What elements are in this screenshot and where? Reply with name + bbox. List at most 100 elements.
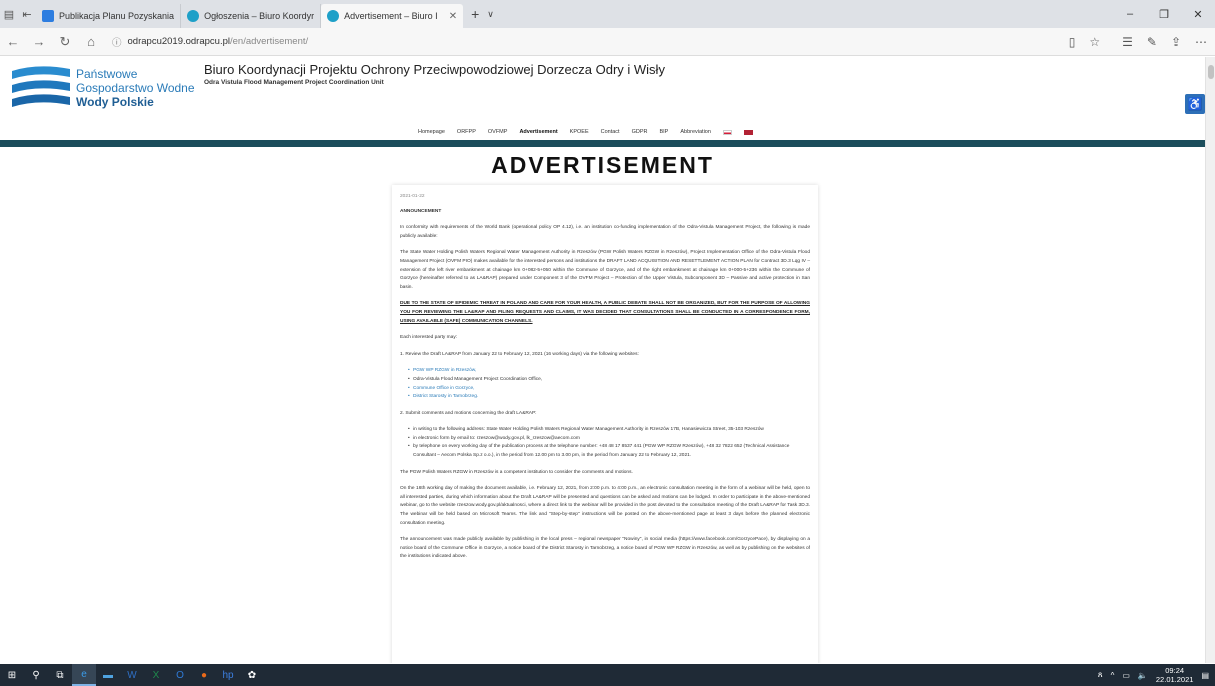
paragraph-6: 2. Submit comments and motions concernin… — [400, 410, 537, 416]
windows-start-icon[interactable]: ⊞ — [0, 664, 24, 686]
menu-item-homepage[interactable]: Homepage — [418, 129, 445, 135]
submission-list: in writing to the following address: Sta… — [408, 426, 810, 460]
menu-item-contact[interactable]: Contact — [601, 129, 620, 135]
minimize-icon[interactable]: – — [1113, 0, 1147, 28]
more-icon[interactable]: ⋯ — [1195, 35, 1207, 49]
flag-pl-icon[interactable] — [722, 129, 732, 135]
tab-manager-icon[interactable]: ▤ — [0, 5, 18, 23]
list-item: by telephone on every working day of the… — [408, 443, 810, 460]
search-icon[interactable]: ⚲ — [24, 664, 48, 686]
restore-icon[interactable]: ❐ — [1147, 0, 1181, 28]
task-view-icon[interactable]: ⧉ — [48, 664, 72, 686]
logo-line-3: Wody Polskie — [76, 95, 154, 109]
announcement-heading: ANNOUNCEMENT — [400, 208, 442, 214]
hp-icon[interactable]: hp — [216, 664, 240, 686]
menu-item-advertisement[interactable]: Advertisement — [519, 129, 557, 135]
websites-list: PGW WP RZGW in Rzeszów, Odra-Vistula Flo… — [408, 367, 810, 401]
edge-browser-icon[interactable]: e — [72, 664, 96, 686]
list-item: Odra-Vistula Flood Management Project Co… — [408, 376, 810, 385]
paragraph-8: On the 16th working day of making the do… — [400, 486, 810, 526]
main-menu: Homepage ORFPP OVFMP Advertisement KPOEE… — [418, 129, 753, 135]
pen-icon[interactable]: ✎ — [1147, 35, 1157, 49]
tab-1[interactable]: Ogłoszenia – Biuro Koordyr — [181, 4, 322, 28]
web-page: Państwowe Gospodarstwo Wodne Wody Polski… — [0, 57, 1205, 663]
list-item[interactable]: District Starosty in Tarnobrzeg. — [408, 393, 810, 402]
paragraph-3: DUE TO THE STATE OF EPIDEMIC THREAT IN P… — [400, 301, 810, 324]
paragraph-1: In conformity with requirements of the W… — [400, 225, 810, 239]
list-item: in writing to the following address: Sta… — [408, 426, 810, 435]
tray-chevron-icon[interactable]: ^ — [1111, 671, 1115, 680]
word-icon[interactable]: W — [120, 664, 144, 686]
file-explorer-icon[interactable]: ▬ — [96, 664, 120, 686]
tab-favicon-icon — [327, 10, 340, 22]
window-controls: – ❐ ✕ — [1113, 0, 1215, 28]
site-subtitle: Odra Vistula Flood Management Project Co… — [204, 79, 384, 86]
post-date: 2021-01-22 — [400, 194, 425, 199]
chevron-down-icon[interactable]: ∨ — [487, 9, 494, 20]
url-host: odrapcu2019.odrapcu.pl — [127, 36, 230, 47]
people-icon[interactable]: ጸ — [1098, 670, 1103, 680]
menu-item-kpoee[interactable]: KPOEE — [570, 129, 589, 135]
system-tray: ጸ ^ ▭ 🔈 09:24 22.01.2021 ▤ — [1098, 664, 1209, 686]
clock-date: 22.01.2021 — [1155, 675, 1194, 684]
tab-back-icon[interactable]: ⇤ — [18, 5, 36, 23]
list-item: in electronic form by email to: rzeszow@… — [408, 435, 810, 444]
tab-favicon-icon — [42, 10, 54, 22]
clock[interactable]: 09:24 22.01.2021 — [1156, 666, 1194, 684]
tab-favicon-icon — [187, 10, 200, 22]
url-path: /en/advertisement/ — [229, 36, 309, 47]
outlook-icon[interactable]: O — [168, 664, 192, 686]
firefox-icon[interactable]: ● — [192, 664, 216, 686]
address-bar: ← → ↻ ⌂ ⓘ odrapcu2019.odrapcu.pl/en/adve… — [0, 28, 1215, 56]
site-title: Biuro Koordynacji Projektu Ochrony Przec… — [204, 62, 665, 77]
logo-line-1: Państwowe — [76, 67, 138, 81]
page-scrollbar[interactable] — [1205, 57, 1215, 663]
favorite-star-icon[interactable]: ☆ — [1089, 35, 1100, 49]
clock-time: 09:24 — [1165, 666, 1185, 675]
menu-item-abbreviation[interactable]: Abbreviation — [680, 129, 711, 135]
menu-item-ovfmp[interactable]: OVFMP — [488, 129, 508, 135]
page-title: ADVERTISEMENT — [491, 152, 714, 178]
paragraph-4: Each interested party may: — [400, 335, 458, 341]
menu-item-orfpp[interactable]: ORFPP — [457, 129, 476, 135]
close-window-icon[interactable]: ✕ — [1181, 0, 1215, 28]
new-tab-icon[interactable]: + — [471, 6, 479, 22]
tab-close-icon[interactable]: ✕ — [449, 11, 457, 22]
tab-label: Publikacja Planu Pozyskania — [59, 11, 175, 21]
header-band — [0, 140, 1205, 147]
list-item[interactable]: PGW WP RZGW in Rzeszów, — [408, 367, 810, 376]
paint-icon[interactable]: ✿ — [240, 664, 264, 686]
tab-2[interactable]: Advertisement – Biuro I ✕ — [321, 4, 464, 28]
scrollbar-thumb[interactable] — [1208, 65, 1214, 79]
home-icon[interactable]: ⌂ — [78, 34, 104, 49]
volume-icon[interactable]: 🔈 — [1138, 671, 1148, 680]
list-item[interactable]: Commune Office in Gorzyce, — [408, 385, 810, 394]
url-field[interactable]: ⓘ odrapcu2019.odrapcu.pl/en/advertisemen… — [112, 35, 308, 49]
accessibility-icon[interactable]: ♿ — [1185, 94, 1205, 114]
paragraph-2: The State Water Holding Polish Waters Re… — [400, 250, 810, 290]
info-icon: ⓘ — [112, 37, 122, 49]
network-icon[interactable]: ▭ — [1122, 671, 1130, 680]
paragraph-5: 1. Review the Draft LA&RAP from January … — [400, 351, 639, 357]
favorites-list-icon[interactable]: ☰ — [1122, 35, 1133, 49]
browser-tab-bar: ▤ ⇤ Publikacja Planu Pozyskania Ogłoszen… — [0, 0, 1215, 28]
forward-icon[interactable]: → — [26, 34, 52, 49]
reading-view-icon[interactable]: ▯ — [1069, 35, 1076, 49]
back-icon[interactable]: ← — [0, 34, 26, 49]
notifications-icon[interactable]: ▤ — [1201, 671, 1209, 680]
windows-taskbar: ⊞ ⚲ ⧉ e ▬ W X O ● hp ✿ ጸ ^ ▭ 🔈 09:24 22.… — [0, 664, 1215, 686]
refresh-icon[interactable]: ↻ — [52, 34, 78, 50]
logo-text: Państwowe Gospodarstwo Wodne Wody Polski… — [76, 67, 195, 109]
logo-line-2: Gospodarstwo Wodne — [76, 81, 195, 95]
excel-icon[interactable]: X — [144, 664, 168, 686]
menu-item-gdpr[interactable]: GDPR — [632, 129, 648, 135]
tab-0[interactable]: Publikacja Planu Pozyskania — [36, 4, 182, 28]
flag-en-icon[interactable] — [743, 129, 753, 135]
announcement-card: 2021-01-22 ANNOUNCEMENT In conformity wi… — [392, 185, 818, 663]
tab-label: Advertisement – Biuro I — [344, 11, 438, 21]
menu-item-bip[interactable]: BIP — [659, 129, 668, 135]
paragraph-9: The announcement was made publicly avail… — [400, 537, 810, 560]
paragraph-7: The PGW Polish Waters RZGW in Rzeszów is… — [400, 469, 633, 475]
address-bar-actions: ▯ ☆ ☰ ✎ ⇪ ⋯ — [1069, 28, 1207, 56]
share-icon[interactable]: ⇪ — [1171, 35, 1181, 49]
